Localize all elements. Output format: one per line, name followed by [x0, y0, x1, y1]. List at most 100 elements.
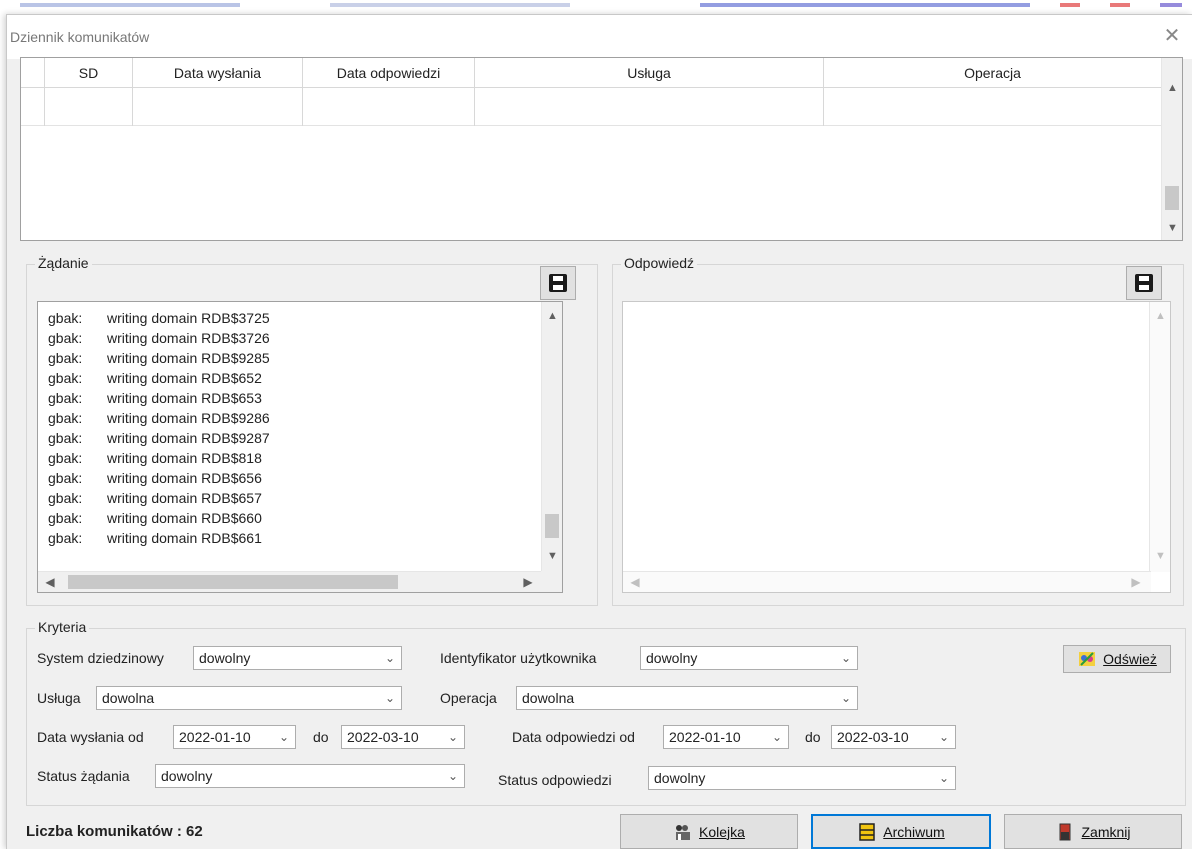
chevron-down-icon: ⌄: [840, 691, 851, 705]
grid-cell: [21, 88, 45, 126]
messages-grid[interactable]: SD Data wysłania Data odpowiedzi Usługa …: [20, 57, 1183, 241]
request-text: gbak: writing domain RDB$3725 gbak: writing…: [48, 308, 270, 548]
chevron-down-icon: ⌄: [384, 651, 395, 665]
scroll-down-icon[interactable]: ▼: [1150, 546, 1170, 566]
window-title: Dziennik komunikatów: [10, 29, 150, 45]
chevron-down-icon: ⌄: [447, 730, 458, 744]
scroll-up-icon[interactable]: ▲: [542, 306, 562, 326]
grid-cell: [133, 88, 303, 126]
service-select[interactable]: dowolna ⌄: [96, 686, 402, 710]
background-window-strip: [0, 0, 1192, 14]
grid-vertical-scrollbar[interactable]: ▲ ▼: [1161, 58, 1182, 240]
close-label: Zamknij: [1081, 823, 1131, 840]
scroll-thumb[interactable]: [1165, 186, 1179, 210]
scroll-up-icon[interactable]: ▲: [1162, 78, 1183, 98]
user-id-value: dowolny: [646, 650, 698, 666]
request-line: gbak: writing domain RDB$660: [48, 508, 270, 528]
scroll-corner: [541, 571, 562, 592]
request-line: gbak: writing domain RDB$818: [48, 448, 270, 468]
criteria-group-label: Kryteria: [35, 619, 90, 635]
request-line-text: writing domain RDB$661: [107, 530, 262, 546]
refresh-icon: [1079, 652, 1096, 666]
response-vertical-scrollbar[interactable]: ▲ ▼: [1149, 302, 1170, 572]
request-group-label: Żądanie: [35, 255, 92, 271]
title-bar: Dziennik komunikatów ✕: [7, 15, 1192, 59]
grid-header-indicator: [21, 58, 45, 88]
request-line-prefix: gbak:: [48, 410, 83, 426]
grid-header-sent-date[interactable]: Data wysłania: [133, 58, 303, 88]
request-line-text: writing domain RDB$3725: [107, 310, 270, 326]
sent-to-date[interactable]: 2022-03-10 ⌄: [341, 725, 465, 749]
message-count: Liczba komunikatów : 62: [26, 823, 203, 840]
save-request-button[interactable]: [540, 266, 576, 300]
grid-header-sd[interactable]: SD: [45, 58, 133, 88]
request-line: gbak: writing domain RDB$653: [48, 388, 270, 408]
request-status-select[interactable]: dowolny ⌄: [155, 764, 465, 788]
response-status-value: dowolny: [654, 770, 706, 786]
request-line-text: writing domain RDB$3726: [107, 330, 270, 346]
request-vertical-scrollbar[interactable]: ▲ ▼: [541, 302, 562, 572]
save-response-button[interactable]: [1126, 266, 1162, 300]
service-value: dowolna: [102, 690, 155, 706]
request-line: gbak: writing domain RDB$3725: [48, 308, 270, 328]
chevron-down-icon: ⌄: [938, 771, 949, 785]
archive-button[interactable]: Archiwum: [811, 814, 991, 849]
request-line-prefix: gbak:: [48, 350, 83, 366]
scroll-right-icon[interactable]: ▶: [518, 572, 538, 592]
archive-icon: [859, 822, 876, 841]
sent-from-value: 2022-01-10: [179, 729, 251, 745]
grid-cell: [824, 88, 1162, 126]
refresh-label: Odśwież: [1103, 651, 1157, 667]
operation-value: dowolna: [522, 690, 575, 706]
request-line-text: writing domain RDB$818: [107, 450, 262, 466]
user-id-label: Identyfikator użytkownika: [440, 650, 597, 666]
scroll-thumb[interactable]: [545, 514, 559, 538]
scroll-left-icon[interactable]: ◀: [625, 572, 645, 592]
table-row[interactable]: [21, 88, 1162, 126]
request-line-text: writing domain RDB$657: [107, 490, 262, 506]
grid-header-service[interactable]: Usługa: [475, 58, 824, 88]
request-line-prefix: gbak:: [48, 310, 83, 326]
grid-header-operation[interactable]: Operacja: [824, 58, 1162, 88]
request-memo[interactable]: gbak: writing domain RDB$3725 gbak: writing…: [37, 301, 563, 593]
response-group-label: Odpowiedź: [621, 255, 698, 271]
grid-cell: [303, 88, 475, 126]
request-line-prefix: gbak:: [48, 470, 83, 486]
scroll-right-icon[interactable]: ▶: [1126, 572, 1146, 592]
scroll-thumb[interactable]: [68, 575, 398, 589]
request-status-label: Status żądania: [37, 768, 130, 784]
archive-label: Archiwum: [883, 823, 945, 840]
request-line-prefix: gbak:: [48, 370, 83, 386]
response-memo[interactable]: ▲ ▼ ◀ ▶: [622, 301, 1171, 593]
user-id-select[interactable]: dowolny ⌄: [640, 646, 858, 670]
queue-icon: [676, 824, 691, 840]
response-status-select[interactable]: dowolny ⌄: [648, 766, 956, 790]
close-icon[interactable]: ✕: [1160, 24, 1184, 48]
request-line: gbak: writing domain RDB$657: [48, 488, 270, 508]
domain-system-select[interactable]: dowolny ⌄: [193, 646, 402, 670]
scroll-up-icon[interactable]: ▲: [1150, 306, 1170, 326]
queue-label: Kolejka: [699, 823, 745, 840]
grid-header-reply-date[interactable]: Data odpowiedzi: [303, 58, 475, 88]
request-horizontal-scrollbar[interactable]: ◀ ▶: [38, 571, 543, 592]
reply-to-date[interactable]: 2022-03-10 ⌄: [831, 725, 956, 749]
scroll-left-icon[interactable]: ◀: [40, 572, 60, 592]
close-button[interactable]: Zamknij: [1004, 814, 1182, 849]
scroll-down-icon[interactable]: ▼: [1162, 218, 1183, 238]
grid-header: SD Data wysłania Data odpowiedzi Usługa …: [21, 58, 1162, 88]
request-line-text: writing domain RDB$9285: [107, 350, 270, 366]
response-horizontal-scrollbar[interactable]: ◀ ▶: [623, 571, 1151, 592]
request-line: gbak: writing domain RDB$661: [48, 528, 270, 548]
reply-from-value: 2022-01-10: [669, 729, 741, 745]
request-line-text: writing domain RDB$660: [107, 510, 262, 526]
reply-from-date[interactable]: 2022-01-10 ⌄: [663, 725, 789, 749]
reply-to-label: do: [805, 729, 821, 745]
queue-button[interactable]: Kolejka: [620, 814, 798, 849]
refresh-button[interactable]: Odśwież: [1063, 645, 1171, 673]
sent-from-date[interactable]: 2022-01-10 ⌄: [173, 725, 296, 749]
scroll-down-icon[interactable]: ▼: [542, 546, 562, 566]
operation-select[interactable]: dowolna ⌄: [516, 686, 858, 710]
request-line-prefix: gbak:: [48, 330, 83, 346]
request-line-prefix: gbak:: [48, 390, 83, 406]
chevron-down-icon: ⌄: [278, 730, 289, 744]
